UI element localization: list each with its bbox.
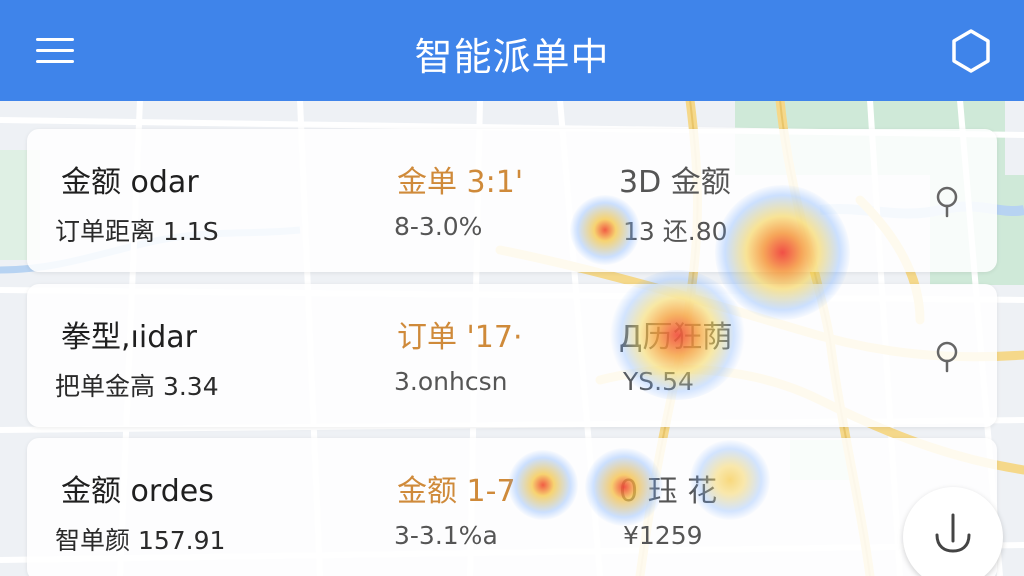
order-title: 金额 ordes	[61, 474, 214, 509]
order-title: 金额 odar	[61, 165, 199, 200]
app-bar: 智能派单中	[0, 0, 1024, 101]
order-amount: 金额 1-7	[397, 474, 516, 509]
order-price: ¥1259	[623, 521, 703, 550]
order-rate: 3-3.1%a	[394, 521, 498, 550]
download-arrow-icon	[935, 513, 971, 553]
order-rate: 8-3.0%	[394, 212, 483, 241]
order-price: YS.54	[623, 367, 694, 396]
order-amount-label: 把单金高 3.34	[55, 372, 219, 401]
page-title: 智能派单中	[414, 35, 610, 79]
order-rate: 3.onhcsn	[394, 367, 508, 396]
order-card[interactable]: 金额 odar 订单距离 1.1S 金单 3:1' 8-3.0% 3D 金额 1…	[27, 129, 997, 272]
order-extra: Д历狂荫	[619, 320, 733, 355]
download-button[interactable]	[903, 487, 1003, 576]
location-pin-icon[interactable]	[932, 185, 962, 219]
order-card[interactable]: 金额 ordes 智单颜 157.91 金额 1-7 3-3.1%a 0 珏 花…	[27, 438, 997, 576]
hexagon-shield-icon[interactable]	[950, 28, 992, 74]
order-amount-label: 智单颜 157.91	[55, 526, 226, 555]
order-price: 13 还.80	[623, 217, 728, 246]
order-amount: 订单 '17·	[397, 320, 523, 355]
order-title: 拳型,ıidar	[61, 320, 197, 355]
order-distance: 订单距离 1.1S	[55, 217, 219, 246]
order-extra: 0 珏 花	[619, 474, 718, 509]
order-extra: 3D 金额	[619, 165, 731, 200]
order-amount: 金单 3:1'	[397, 165, 524, 200]
order-card[interactable]: 拳型,ıidar 把单金高 3.34 订单 '17· 3.onhcsn Д历狂荫…	[27, 284, 997, 427]
location-pin-icon[interactable]	[932, 340, 962, 374]
